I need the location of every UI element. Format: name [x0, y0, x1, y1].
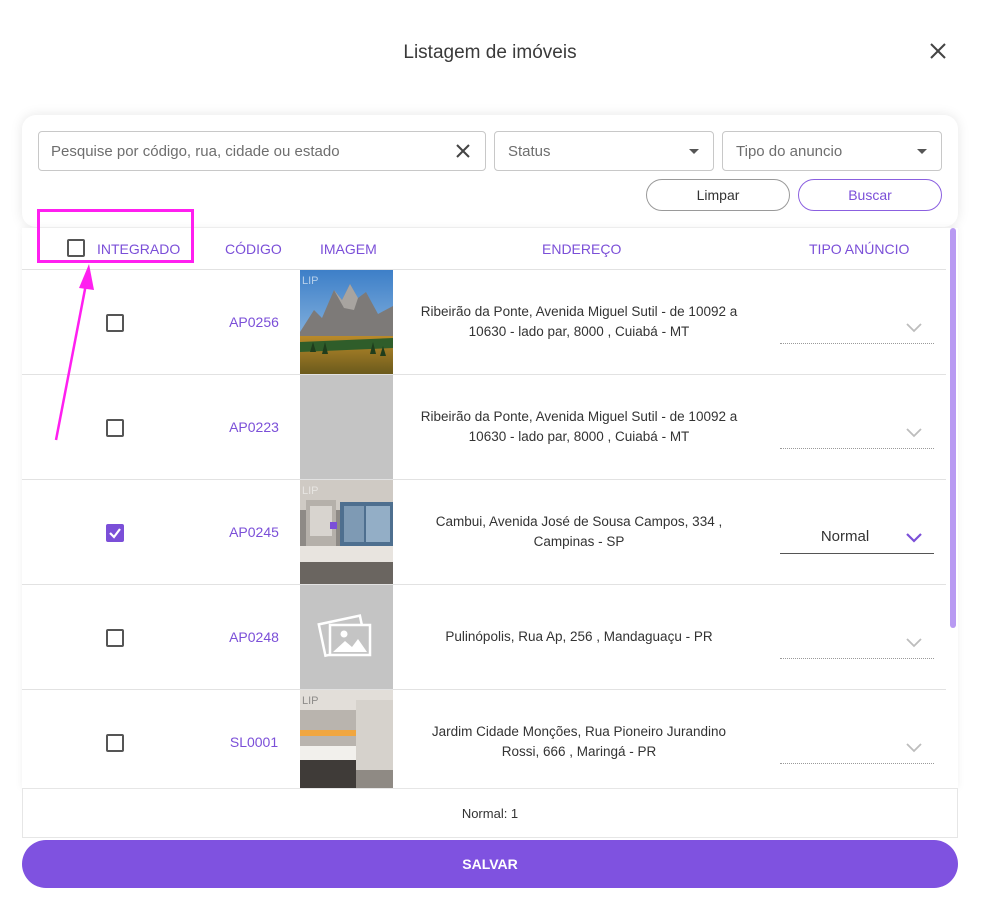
- address-line-2: 10630 - lado par, 8000 , Cuiabá - MT: [468, 324, 690, 339]
- chevron-down-icon: [906, 428, 922, 438]
- address-line-2: Campinas - SP: [533, 534, 625, 549]
- search-button[interactable]: Buscar: [798, 179, 942, 211]
- table-row: AP0223 Ribeirão da Ponte, Avenida Miguel…: [22, 375, 946, 480]
- tipo-anuncio-value: Normal: [820, 528, 870, 545]
- table-row: AP0248 Pulinópolis, Rua Ap, 256 , Mandag…: [22, 585, 946, 690]
- property-code-link[interactable]: AP0223: [202, 419, 306, 435]
- chevron-down-icon: [906, 638, 922, 648]
- status-select-placeholder: Status: [508, 142, 551, 160]
- address-line-1: Pulinópolis, Rua Ap, 256 , Mandaguaçu - …: [445, 629, 713, 644]
- tipo-anuncio-select[interactable]: [780, 314, 934, 344]
- properties-table: INTEGRADO CÓDIGO IMAGEM ENDEREÇO TIPO AN…: [22, 228, 958, 788]
- table-row: AP0256 LIP Ribeirão da Ponte, Avenida Mi…: [22, 270, 946, 375]
- row-checkbox[interactable]: [106, 734, 124, 752]
- close-icon: [930, 43, 946, 59]
- header-tipo-anuncio[interactable]: TIPO ANÚNCIO: [809, 241, 909, 257]
- tipo-anuncio-select[interactable]: [780, 734, 934, 764]
- tipo-anuncio-select[interactable]: [780, 419, 934, 449]
- svg-text:LIP: LIP: [302, 695, 319, 707]
- status-select[interactable]: Status: [494, 131, 714, 171]
- annotation-highlight-box: [37, 209, 194, 263]
- save-button[interactable]: SALVAR: [22, 840, 958, 888]
- row-checkbox[interactable]: [106, 419, 124, 437]
- property-code-link[interactable]: SL0001: [202, 734, 306, 750]
- tipo-anuncio-select[interactable]: Normal: [780, 524, 934, 554]
- property-address: Jardim Cidade Monções, Rua Pioneiro Jura…: [402, 722, 756, 762]
- property-thumbnail-empty[interactable]: [300, 375, 393, 479]
- table-row: SL0001 LIP Jardim Cidade Monções, Rua Pi…: [22, 690, 946, 788]
- table-scrollbar[interactable]: [950, 228, 956, 628]
- address-line-1: Cambui, Avenida José de Sousa Campos, 33…: [435, 514, 723, 529]
- caret-down-icon: [689, 148, 699, 154]
- property-thumbnail-mountain[interactable]: LIP: [300, 270, 393, 374]
- property-address: Cambui, Avenida José de Sousa Campos, 33…: [402, 512, 756, 552]
- address-line-2: 10630 - lado par, 8000 , Cuiabá - MT: [468, 429, 690, 444]
- svg-text:LIP: LIP: [302, 485, 319, 497]
- svg-text:LIP: LIP: [302, 275, 319, 287]
- check-icon: [109, 528, 121, 539]
- chevron-down-icon: [906, 533, 922, 543]
- caret-down-icon: [917, 148, 927, 154]
- close-button[interactable]: [925, 38, 951, 64]
- table-row: AP0245 LIP Cambui, Avenida José de Sousa…: [22, 480, 946, 585]
- property-address: Ribeirão da Ponte, Avenida Miguel Sutil …: [402, 407, 756, 447]
- search-field[interactable]: [38, 131, 486, 171]
- clear-search-icon[interactable]: [453, 141, 473, 161]
- summary-bar: Normal: 1: [22, 788, 958, 838]
- summary-text: Normal: 1: [461, 805, 519, 821]
- chevron-down-icon: [906, 743, 922, 753]
- row-checkbox[interactable]: [106, 629, 124, 647]
- address-line-1: Ribeirão da Ponte, Avenida Miguel Sutil …: [420, 304, 738, 319]
- address-line-2: Rossi, 666 , Maringá - PR: [501, 744, 657, 759]
- address-line-1: Jardim Cidade Monções, Rua Pioneiro Jura…: [431, 724, 727, 739]
- property-code-link[interactable]: AP0256: [202, 314, 306, 330]
- clear-button[interactable]: Limpar: [646, 179, 790, 211]
- property-thumbnail-no-image[interactable]: [300, 585, 393, 689]
- row-checkbox[interactable]: [106, 314, 124, 332]
- header-imagem: IMAGEM: [320, 241, 377, 257]
- header-endereco[interactable]: ENDEREÇO: [542, 241, 621, 257]
- header-codigo[interactable]: CÓDIGO: [225, 241, 282, 257]
- modal-title: Listagem de imóveis: [403, 42, 577, 63]
- chevron-down-icon: [906, 323, 922, 333]
- property-thumbnail-bathroom-2[interactable]: LIP: [300, 690, 393, 788]
- tipo-anuncio-select-placeholder: Tipo do anuncio: [736, 142, 843, 160]
- tipo-anuncio-select[interactable]: Tipo do anuncio: [722, 131, 942, 171]
- row-checkbox-checked[interactable]: [106, 524, 124, 542]
- search-input[interactable]: [51, 142, 453, 160]
- property-code-link[interactable]: AP0248: [202, 629, 306, 645]
- property-thumbnail-bathroom[interactable]: LIP: [300, 480, 393, 584]
- property-code-link[interactable]: AP0245: [202, 524, 306, 540]
- property-address: Ribeirão da Ponte, Avenida Miguel Sutil …: [402, 302, 756, 342]
- address-line-1: Ribeirão da Ponte, Avenida Miguel Sutil …: [420, 409, 738, 424]
- image-placeholder-icon: [300, 585, 393, 689]
- property-address: Pulinópolis, Rua Ap, 256 , Mandaguaçu - …: [402, 627, 756, 647]
- tipo-anuncio-select[interactable]: [780, 629, 934, 659]
